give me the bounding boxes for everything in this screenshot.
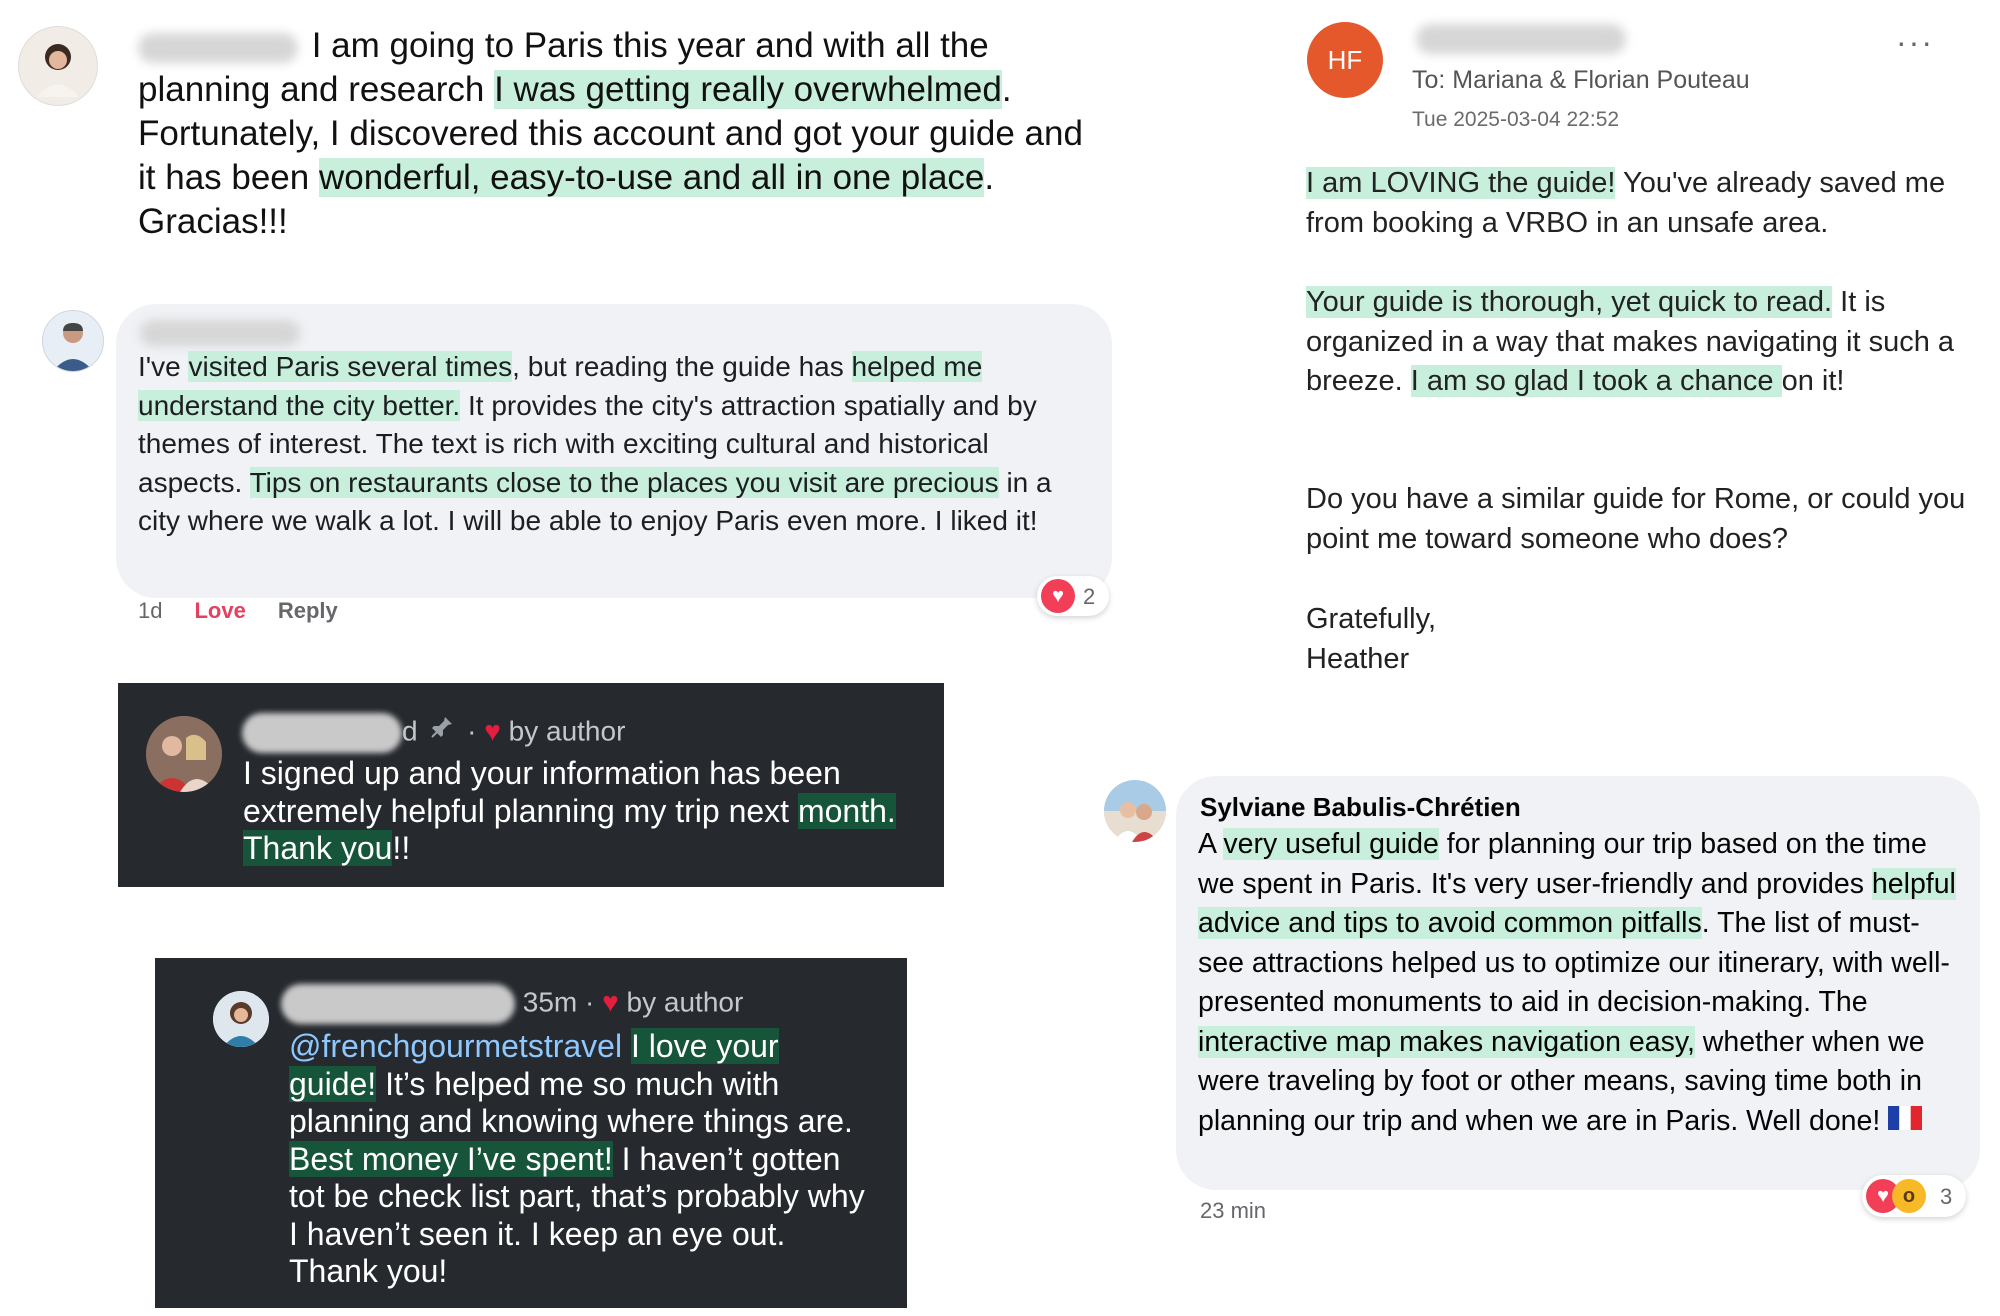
- avatar[interactable]: [1104, 780, 1166, 842]
- highlight: very useful guide: [1223, 828, 1439, 860]
- highlight: I am LOVING the guide!: [1306, 167, 1616, 199]
- comment-text: @frenchgourmetstravel I love your guide!…: [289, 1028, 865, 1289]
- highlight: I was getting really overwhelmed: [494, 70, 1002, 109]
- comment-text: A very useful guide for planning our tri…: [1198, 825, 1958, 1142]
- mention-link[interactable]: @frenchgourmetstravel: [289, 1028, 622, 1064]
- reaction-count[interactable]: ♥ o 3: [1862, 1175, 1966, 1217]
- timestamp[interactable]: 23 min: [1200, 1198, 1266, 1224]
- flag-icon: [1888, 1102, 1923, 1142]
- avatar[interactable]: [146, 716, 222, 792]
- review-text: I am going to Paris this year and with a…: [138, 26, 1083, 241]
- timestamp[interactable]: 1d: [138, 598, 162, 623]
- blurred-username[interactable]: [242, 713, 402, 753]
- highlight: interactive map makes navigation easy,: [1198, 1025, 1695, 1058]
- love-button[interactable]: Love: [194, 598, 245, 623]
- highlight: Tips on restaurants close to the places …: [249, 466, 999, 498]
- email-paragraph: Do you have a similar guide for Rome, or…: [1306, 483, 1966, 555]
- commenter-name[interactable]: Sylviane Babulis-Chrétien: [1200, 792, 1521, 823]
- highlight: visited Paris several times: [188, 351, 513, 382]
- more-icon[interactable]: ···: [1896, 24, 1934, 61]
- avatar[interactable]: [42, 310, 104, 372]
- email-recipients: To: Mariana & Florian Pouteau: [1412, 66, 1750, 94]
- reaction-count[interactable]: ♥ 2: [1037, 576, 1109, 616]
- dark-comment-card: 35m · ♥ by author @frenchgourmetstravel …: [155, 958, 907, 1308]
- reply-button[interactable]: Reply: [278, 598, 338, 623]
- comment-meta: 35m · ♥ by author: [281, 984, 743, 1024]
- pin-icon: [429, 714, 455, 747]
- email-signoff: Gratefully,: [1306, 603, 1437, 635]
- highlight: wonderful, easy-to-use and all in one pl…: [318, 158, 985, 197]
- blurred-username[interactable]: [140, 320, 300, 346]
- dark-comment-card: d · ♥ by author I signed up and your inf…: [118, 683, 944, 887]
- blurred-sender-name[interactable]: [1416, 24, 1626, 54]
- comment-text: I've visited Paris several times, but re…: [138, 351, 1052, 536]
- wow-icon: o: [1892, 1179, 1926, 1213]
- heart-icon: ♥: [602, 986, 619, 1018]
- highlight: Best money I’ve spent!: [289, 1140, 613, 1177]
- avatar[interactable]: [213, 991, 269, 1047]
- email-date: Tue 2025-03-04 22:52: [1412, 108, 1620, 131]
- avatar[interactable]: [18, 26, 98, 106]
- email-signature: Heather: [1306, 643, 1410, 675]
- blurred-username[interactable]: [138, 32, 298, 63]
- comment-text: I signed up and your information has bee…: [243, 755, 896, 866]
- blurred-username[interactable]: [281, 984, 515, 1024]
- highlight: Your guide is thorough, yet quick to rea…: [1306, 286, 1833, 318]
- email-paragraph: I am LOVING the guide! You've already sa…: [1306, 167, 1946, 239]
- heart-icon: ♥: [1041, 579, 1075, 613]
- email-paragraph: Your guide is thorough, yet quick to rea…: [1306, 286, 1955, 397]
- heart-icon: ♥: [484, 715, 501, 747]
- sender-avatar[interactable]: HF: [1307, 22, 1383, 98]
- highlight: I am so glad I took a chance: [1410, 365, 1782, 397]
- comment-actions: 1d Love Reply: [138, 598, 338, 624]
- comment-meta: d · ♥ by author: [242, 713, 625, 753]
